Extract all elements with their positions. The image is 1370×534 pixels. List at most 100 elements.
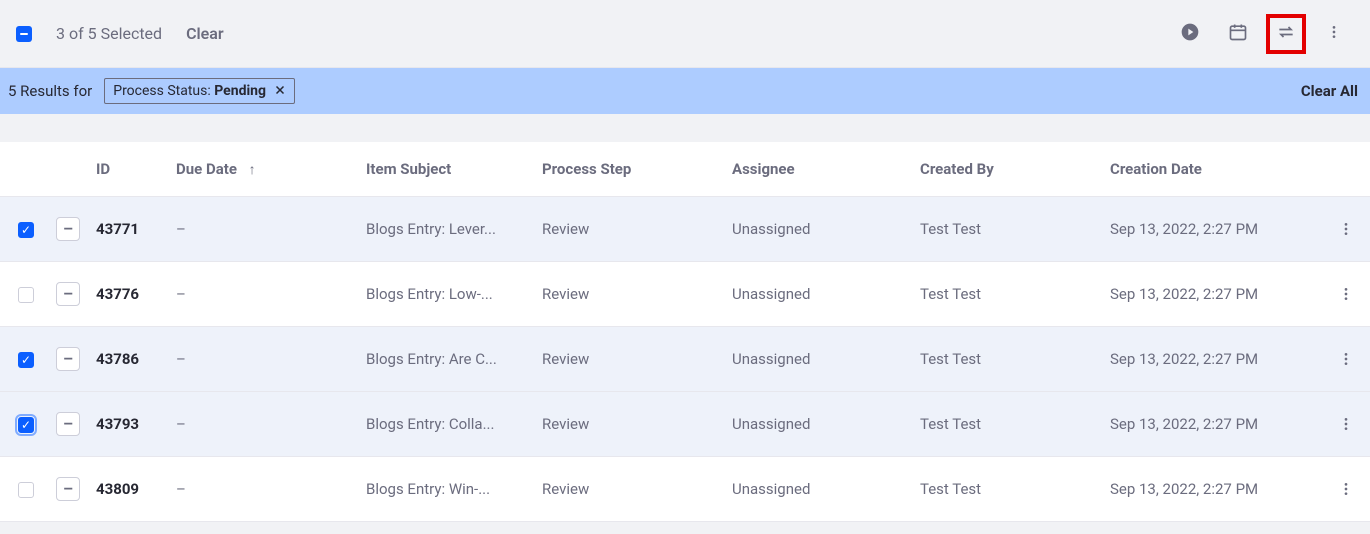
update-due-date-button[interactable] bbox=[1218, 14, 1258, 54]
creation-date-cell: Sep 13, 2022, 2:27 PM bbox=[1102, 327, 1322, 392]
row-checkbox[interactable]: ✓ bbox=[18, 222, 34, 238]
id-cell: 43809 bbox=[88, 457, 168, 522]
sort-ascending-icon: ↑ bbox=[249, 162, 256, 178]
due-date-cell: – bbox=[168, 327, 358, 392]
due-date-cell: – bbox=[168, 262, 358, 327]
row-checkbox[interactable]: ✓ bbox=[18, 417, 34, 433]
close-icon bbox=[274, 84, 286, 96]
results-table-wrap: ID Due Date ↑ Item Subject Process Step … bbox=[0, 142, 1370, 522]
expand-row-button[interactable]: – bbox=[56, 282, 80, 306]
column-header-id[interactable]: ID bbox=[88, 142, 168, 197]
creation-date-cell: Sep 13, 2022, 2:27 PM bbox=[1102, 457, 1322, 522]
table-row: –43776–Blogs Entry: Low-...ReviewUnassig… bbox=[0, 262, 1370, 327]
table-row: ✓–43771–Blogs Entry: Lever...ReviewUnass… bbox=[0, 197, 1370, 262]
table-row: ✓–43793–Blogs Entry: Colla...ReviewUnass… bbox=[0, 392, 1370, 457]
creation-date-cell: Sep 13, 2022, 2:27 PM bbox=[1102, 197, 1322, 262]
due-date-cell: – bbox=[168, 197, 358, 262]
calendar-icon bbox=[1228, 22, 1248, 46]
item-subject-cell: Blogs Entry: Low-... bbox=[358, 262, 534, 327]
check-icon: ✓ bbox=[21, 224, 31, 236]
selection-count-text: 3 of 5 Selected bbox=[56, 24, 162, 43]
transition-arrow-icon bbox=[1180, 22, 1200, 46]
remove-filter-button[interactable] bbox=[274, 83, 286, 99]
assignee-cell: Unassigned bbox=[724, 392, 912, 457]
created-by-cell: Test Test bbox=[912, 392, 1102, 457]
kebab-icon bbox=[1338, 351, 1354, 367]
id-cell: 43776 bbox=[88, 262, 168, 327]
selection-bar-left: 3 of 5 Selected Clear bbox=[16, 24, 1170, 43]
kebab-icon bbox=[1338, 286, 1354, 302]
reassign-icon bbox=[1276, 22, 1296, 46]
kebab-icon bbox=[1338, 481, 1354, 497]
column-header-assignee[interactable]: Assignee bbox=[724, 142, 912, 197]
results-for-text: 5 Results for bbox=[8, 82, 92, 100]
column-header-item-subject[interactable]: Item Subject bbox=[358, 142, 534, 197]
id-cell: 43786 bbox=[88, 327, 168, 392]
reassign-task-button[interactable] bbox=[1266, 14, 1306, 54]
assignee-cell: Unassigned bbox=[724, 197, 912, 262]
clear-all-filters-button[interactable]: Clear All bbox=[1301, 82, 1358, 100]
check-icon: ✓ bbox=[21, 354, 31, 366]
table-row: ✓–43786–Blogs Entry: Are C...ReviewUnass… bbox=[0, 327, 1370, 392]
created-by-cell: Test Test bbox=[912, 262, 1102, 327]
column-header-due-date[interactable]: Due Date ↑ bbox=[168, 142, 358, 197]
row-actions-button[interactable] bbox=[1334, 477, 1358, 501]
row-actions-button[interactable] bbox=[1334, 282, 1358, 306]
master-checkbox-indeterminate[interactable] bbox=[16, 26, 32, 42]
creation-date-cell: Sep 13, 2022, 2:27 PM bbox=[1102, 262, 1322, 327]
selection-bar: 3 of 5 Selected Clear bbox=[0, 0, 1370, 68]
expand-row-button[interactable]: – bbox=[56, 217, 80, 241]
selection-bar-right bbox=[1170, 14, 1354, 54]
id-cell: 43771 bbox=[88, 197, 168, 262]
item-subject-cell: Blogs Entry: Win-... bbox=[358, 457, 534, 522]
grey-spacer bbox=[0, 114, 1370, 142]
item-subject-cell: Blogs Entry: Colla... bbox=[358, 392, 534, 457]
row-actions-button[interactable] bbox=[1334, 412, 1358, 436]
clear-selection-button[interactable]: Clear bbox=[186, 24, 224, 43]
column-header-due-date-label: Due Date bbox=[176, 160, 237, 178]
expand-row-button[interactable]: – bbox=[56, 412, 80, 436]
created-by-cell: Test Test bbox=[912, 327, 1102, 392]
process-step-cell: Review bbox=[534, 327, 724, 392]
row-actions-button[interactable] bbox=[1334, 347, 1358, 371]
assignee-cell: Unassigned bbox=[724, 327, 912, 392]
expand-row-button[interactable]: – bbox=[56, 347, 80, 371]
expand-row-button[interactable]: – bbox=[56, 477, 80, 501]
created-by-cell: Test Test bbox=[912, 197, 1102, 262]
column-header-process-step[interactable]: Process Step bbox=[534, 142, 724, 197]
row-checkbox[interactable] bbox=[18, 482, 34, 498]
results-table: ID Due Date ↑ Item Subject Process Step … bbox=[0, 142, 1370, 522]
filter-chip-text: Process Status: Pending bbox=[113, 83, 266, 99]
filter-chip-label: Process Status: bbox=[113, 83, 214, 99]
kebab-icon bbox=[1338, 416, 1354, 432]
row-checkbox[interactable]: ✓ bbox=[18, 352, 34, 368]
process-step-cell: Review bbox=[534, 392, 724, 457]
minus-icon bbox=[20, 33, 28, 35]
filter-chip-process-status: Process Status: Pending bbox=[104, 78, 295, 104]
table-header-row: ID Due Date ↑ Item Subject Process Step … bbox=[0, 142, 1370, 197]
id-cell: 43793 bbox=[88, 392, 168, 457]
item-subject-cell: Blogs Entry: Lever... bbox=[358, 197, 534, 262]
transition-button[interactable] bbox=[1170, 14, 1210, 54]
more-actions-button[interactable] bbox=[1314, 14, 1354, 54]
assignee-cell: Unassigned bbox=[724, 457, 912, 522]
process-step-cell: Review bbox=[534, 457, 724, 522]
kebab-icon bbox=[1338, 221, 1354, 237]
created-by-cell: Test Test bbox=[912, 457, 1102, 522]
column-header-created-by[interactable]: Created By bbox=[912, 142, 1102, 197]
item-subject-cell: Blogs Entry: Are C... bbox=[358, 327, 534, 392]
process-step-cell: Review bbox=[534, 197, 724, 262]
row-actions-button[interactable] bbox=[1334, 217, 1358, 241]
creation-date-cell: Sep 13, 2022, 2:27 PM bbox=[1102, 392, 1322, 457]
table-row: –43809–Blogs Entry: Win-...ReviewUnassig… bbox=[0, 457, 1370, 522]
row-checkbox[interactable] bbox=[18, 287, 34, 303]
assignee-cell: Unassigned bbox=[724, 262, 912, 327]
kebab-icon bbox=[1326, 24, 1342, 44]
check-icon: ✓ bbox=[21, 419, 31, 431]
process-step-cell: Review bbox=[534, 262, 724, 327]
filter-chip-value: Pending bbox=[214, 83, 266, 99]
due-date-cell: – bbox=[168, 457, 358, 522]
filter-bar: 5 Results for Process Status: Pending Cl… bbox=[0, 68, 1370, 114]
column-header-creation-date[interactable]: Creation Date bbox=[1102, 142, 1322, 197]
due-date-cell: – bbox=[168, 392, 358, 457]
